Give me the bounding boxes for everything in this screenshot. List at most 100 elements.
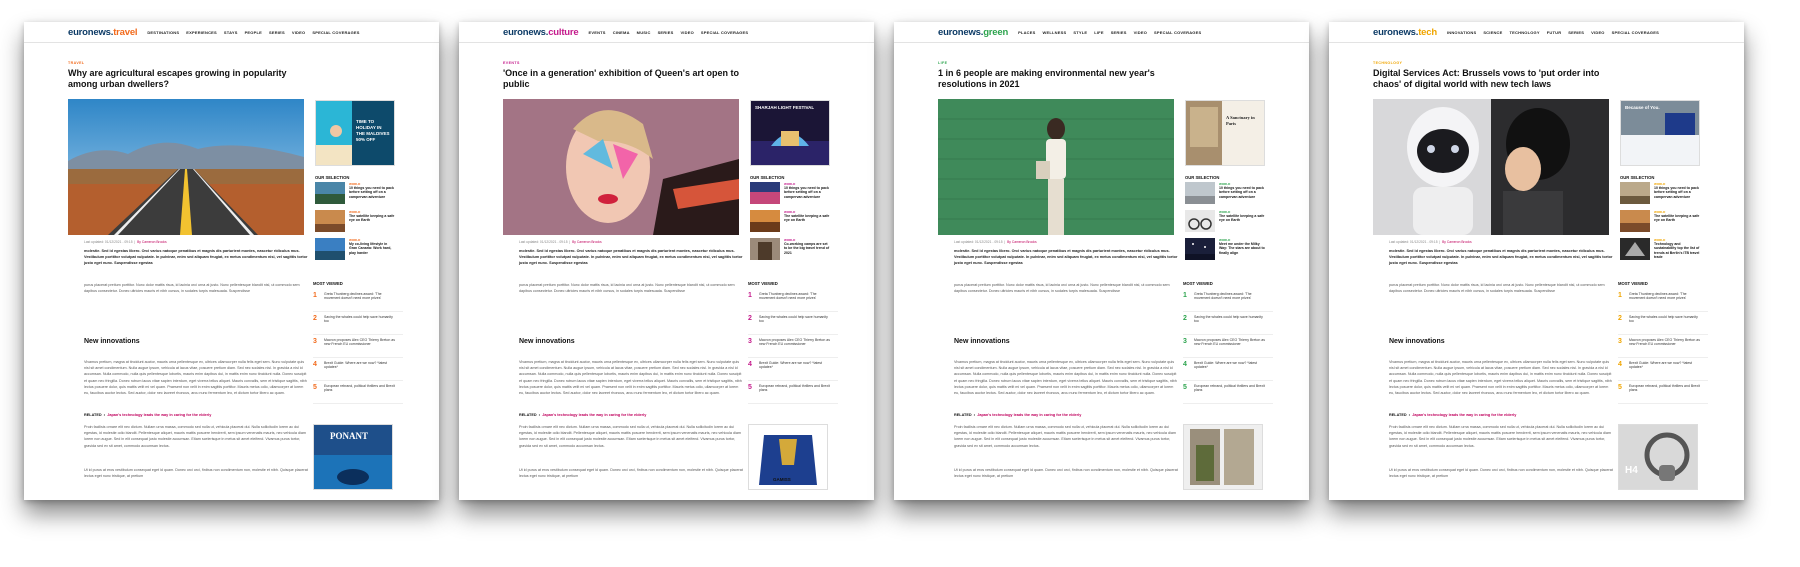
related-link[interactable]: RELATED • Japan's technology leads the w… bbox=[954, 413, 1081, 417]
selection-headline[interactable]: The satellite keeping a safe eye on Eart… bbox=[349, 214, 395, 223]
nav-item-video[interactable]: VIDEO bbox=[1591, 30, 1604, 35]
most-viewed-item[interactable]: 3 Macron proposes Alex CEO Thierry Breton… bbox=[1183, 338, 1273, 358]
selection-item[interactable]: WORLD Technology and sustainability top t… bbox=[1620, 238, 1700, 262]
selection-headline[interactable]: The satellite keeping a safe eye on Eart… bbox=[784, 214, 830, 223]
article-category[interactable]: EVENTS bbox=[503, 61, 520, 65]
selection-item[interactable]: WORLD My co-living lifestyle in Gran Cana… bbox=[315, 238, 395, 262]
sidebar-ad[interactable]: SHARJAH LIGHT FESTIVAL bbox=[750, 100, 830, 166]
selection-item[interactable]: WORLD Co-working camps are set to be the … bbox=[750, 238, 830, 262]
article-category[interactable]: TECHNOLOGY bbox=[1373, 61, 1402, 65]
selection-headline[interactable]: 10 things you need to pack before settin… bbox=[784, 186, 830, 199]
nav-item-destinations[interactable]: DESTINATIONS bbox=[147, 30, 179, 35]
article-category[interactable]: TRAVEL bbox=[68, 61, 85, 65]
selection-headline[interactable]: 10 things you need to pack before settin… bbox=[1654, 186, 1700, 199]
most-viewed-item[interactable]: 4 Brexit Guide: Where are we now? *latest… bbox=[1183, 361, 1273, 381]
author-link[interactable]: By Cameron Brooks bbox=[137, 240, 167, 244]
nav-item-science[interactable]: SCIENCE bbox=[1483, 30, 1502, 35]
nav-item-special-coverages[interactable]: SPECIAL COVERAGES bbox=[312, 30, 359, 35]
selection-item[interactable]: WORLD 10 things you need to pack before s… bbox=[750, 182, 830, 206]
most-viewed-headline[interactable]: Greta Thunberg declines award: 'The move… bbox=[324, 292, 396, 301]
nav-item-life[interactable]: LIFE bbox=[1094, 30, 1103, 35]
most-viewed-headline[interactable]: European rebrand, political thrillers an… bbox=[1629, 384, 1701, 393]
most-viewed-item[interactable]: 5 European rebrand, political thrillers a… bbox=[1183, 384, 1273, 404]
nav-item-music[interactable]: MUSIC bbox=[637, 30, 651, 35]
bottom-ad[interactable]: PONANT bbox=[313, 424, 393, 490]
most-viewed-item[interactable]: 2 Saving the whales could help save human… bbox=[313, 315, 403, 335]
most-viewed-headline[interactable]: Brexit Guide: Where are we now? *latest … bbox=[759, 361, 831, 370]
sidebar-ad[interactable]: TIME TO HOLIDAY IN THE MALDIVES 50% OFF bbox=[315, 100, 395, 166]
related-link[interactable]: RELATED • Japan's technology leads the w… bbox=[519, 413, 646, 417]
most-viewed-headline[interactable]: European rebrand, political thrillers an… bbox=[324, 384, 396, 393]
related-link[interactable]: RELATED • Japan's technology leads the w… bbox=[84, 413, 211, 417]
most-viewed-headline[interactable]: Saving the whales could help save humani… bbox=[324, 315, 396, 324]
most-viewed-headline[interactable]: Greta Thunberg declines award: 'The move… bbox=[1629, 292, 1701, 301]
bottom-ad[interactable]: H4 bbox=[1618, 424, 1698, 490]
most-viewed-item[interactable]: 1 Greta Thunberg declines award: 'The mov… bbox=[313, 292, 403, 312]
nav-item-futur[interactable]: FUTUR bbox=[1547, 30, 1562, 35]
nav-item-video[interactable]: VIDEO bbox=[680, 30, 693, 35]
most-viewed-headline[interactable]: Macron proposes Alex CEO Thierry Breton … bbox=[759, 338, 831, 347]
most-viewed-item[interactable]: 4 Brexit Guide: Where are we now? *latest… bbox=[1618, 361, 1708, 381]
author-link[interactable]: By Cameron Brooks bbox=[1007, 240, 1037, 244]
most-viewed-headline[interactable]: Saving the whales could help save humani… bbox=[1194, 315, 1266, 324]
most-viewed-item[interactable]: 4 Brexit Guide: Where are we now? *latest… bbox=[313, 361, 403, 381]
nav-item-series[interactable]: SERIES bbox=[1111, 30, 1127, 35]
selection-headline[interactable]: 10 things you need to pack before settin… bbox=[1219, 186, 1265, 199]
author-link[interactable]: By Cameron Brooks bbox=[1442, 240, 1472, 244]
nav-item-experiences[interactable]: EXPERIENCES bbox=[186, 30, 217, 35]
nav-item-special-coverages[interactable]: SPECIAL COVERAGES bbox=[1154, 30, 1201, 35]
related-link[interactable]: RELATED • Japan's technology leads the w… bbox=[1389, 413, 1516, 417]
bottom-ad[interactable] bbox=[1183, 424, 1263, 490]
most-viewed-item[interactable]: 3 Macron proposes Alex CEO Thierry Breton… bbox=[1618, 338, 1708, 358]
nav-item-video[interactable]: VIDEO bbox=[292, 30, 305, 35]
nav-item-style[interactable]: STYLE bbox=[1073, 30, 1087, 35]
most-viewed-headline[interactable]: Macron proposes Alex CEO Thierry Breton … bbox=[1194, 338, 1266, 347]
most-viewed-item[interactable]: 5 European rebrand, political thrillers a… bbox=[1618, 384, 1708, 404]
selection-headline[interactable]: 10 things you need to pack before settin… bbox=[349, 186, 395, 199]
author-link[interactable]: By Cameron Brooks bbox=[572, 240, 602, 244]
most-viewed-headline[interactable]: Greta Thunberg declines award: 'The move… bbox=[1194, 292, 1266, 301]
selection-item[interactable]: WORLD Meet me under the Milky Way: The st… bbox=[1185, 238, 1265, 262]
most-viewed-item[interactable]: 1 Greta Thunberg declines award: 'The mov… bbox=[1183, 292, 1273, 312]
nav-item-special-coverages[interactable]: SPECIAL COVERAGES bbox=[1612, 30, 1659, 35]
nav-item-video[interactable]: VIDEO bbox=[1134, 30, 1147, 35]
article-category[interactable]: LIFE bbox=[938, 61, 947, 65]
site-logo[interactable]: euronews.travel bbox=[68, 27, 138, 38]
selection-headline[interactable]: Co-working camps are set to be the big t… bbox=[784, 242, 830, 255]
nav-item-series[interactable]: SERIES bbox=[269, 30, 285, 35]
nav-item-events[interactable]: EVENTS bbox=[588, 30, 605, 35]
nav-item-places[interactable]: PLACES bbox=[1018, 30, 1035, 35]
selection-headline[interactable]: Technology and sustainability top the li… bbox=[1654, 242, 1700, 259]
selection-item[interactable]: WORLD The satellite keeping a safe eye on… bbox=[750, 210, 830, 234]
site-logo[interactable]: euronews.tech bbox=[1373, 27, 1437, 38]
most-viewed-item[interactable]: 3 Macron proposes Alex CEO Thierry Breton… bbox=[748, 338, 838, 358]
nav-item-series[interactable]: SERIES bbox=[1568, 30, 1584, 35]
selection-item[interactable]: WORLD 10 things you need to pack before s… bbox=[1185, 182, 1265, 206]
selection-item[interactable]: WORLD The satellite keeping a safe eye on… bbox=[1185, 210, 1265, 234]
most-viewed-headline[interactable]: Macron proposes Alex CEO Thierry Breton … bbox=[1629, 338, 1701, 347]
nav-item-wellness[interactable]: WELLNESS bbox=[1043, 30, 1067, 35]
most-viewed-headline[interactable]: Macron proposes Alex CEO Thierry Breton … bbox=[324, 338, 396, 347]
most-viewed-item[interactable]: 2 Saving the whales could help save human… bbox=[1618, 315, 1708, 335]
most-viewed-item[interactable]: 5 European rebrand, political thrillers a… bbox=[748, 384, 838, 404]
most-viewed-item[interactable]: 1 Greta Thunberg declines award: 'The mov… bbox=[748, 292, 838, 312]
site-logo[interactable]: euronews.culture bbox=[503, 27, 579, 38]
most-viewed-headline[interactable]: Saving the whales could help save humani… bbox=[759, 315, 831, 324]
nav-item-innovations[interactable]: INNOVATIONS bbox=[1447, 30, 1476, 35]
most-viewed-item[interactable]: 2 Saving the whales could help save human… bbox=[1183, 315, 1273, 335]
most-viewed-item[interactable]: 1 Greta Thunberg declines award: 'The mov… bbox=[1618, 292, 1708, 312]
most-viewed-headline[interactable]: Greta Thunberg declines award: 'The move… bbox=[759, 292, 831, 301]
selection-headline[interactable]: Meet me under the Milky Way: The stars a… bbox=[1219, 242, 1265, 255]
most-viewed-headline[interactable]: Brexit Guide: Where are we now? *latest … bbox=[1194, 361, 1266, 370]
most-viewed-headline[interactable]: Saving the whales could help save humani… bbox=[1629, 315, 1701, 324]
most-viewed-item[interactable]: 3 Macron proposes Alex CEO Thierry Breton… bbox=[313, 338, 403, 358]
nav-item-stays[interactable]: STAYS bbox=[224, 30, 238, 35]
most-viewed-item[interactable]: 4 Brexit Guide: Where are we now? *latest… bbox=[748, 361, 838, 381]
most-viewed-item[interactable]: 2 Saving the whales could help save human… bbox=[748, 315, 838, 335]
site-logo[interactable]: euronews.green bbox=[938, 27, 1008, 38]
selection-headline[interactable]: The satellite keeping a safe eye on Eart… bbox=[1654, 214, 1700, 223]
nav-item-special-coverages[interactable]: SPECIAL COVERAGES bbox=[701, 30, 748, 35]
selection-item[interactable]: WORLD 10 things you need to pack before s… bbox=[315, 182, 395, 206]
selection-headline[interactable]: The satellite keeping a safe eye on Eart… bbox=[1219, 214, 1265, 223]
nav-item-people[interactable]: PEOPLE bbox=[245, 30, 262, 35]
